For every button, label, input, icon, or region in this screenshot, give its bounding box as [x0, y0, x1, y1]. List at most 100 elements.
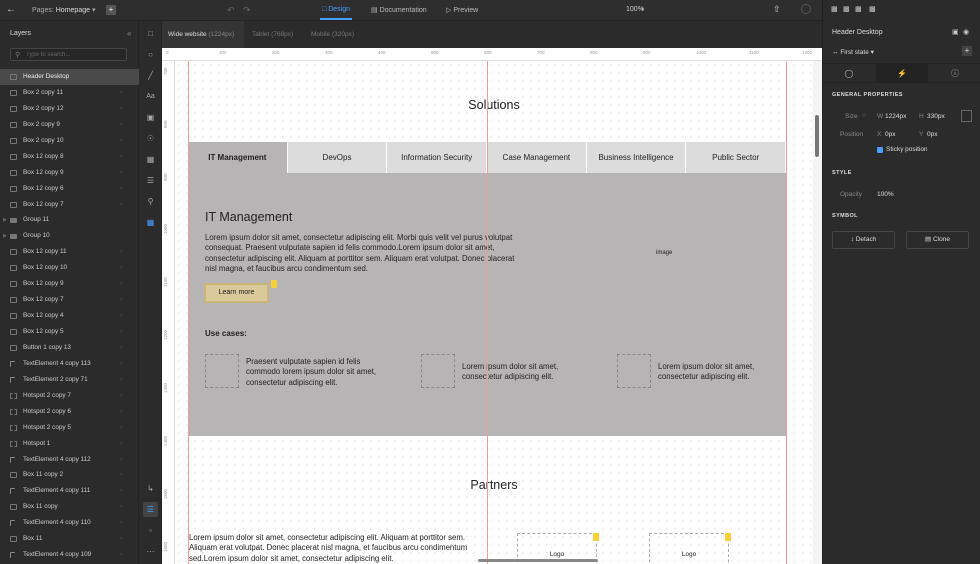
more-icon[interactable]: ⋯ [143, 544, 158, 559]
align-center-icon[interactable]: ▩ [843, 5, 850, 13]
use-case-icon-placeholder[interactable] [617, 354, 651, 388]
layer-item[interactable]: Box 12 copy 11 › [0, 244, 139, 260]
layer-item[interactable]: Box 11 copy › [0, 499, 139, 515]
layer-item[interactable]: Box 2 copy 11 › [0, 85, 139, 101]
add-page-button[interactable]: + [106, 5, 116, 15]
preview-mode-tab[interactable]: ▷ Preview [446, 6, 478, 14]
clone-button[interactable]: ▤ Clone [906, 231, 969, 249]
use-case-icon-placeholder[interactable] [421, 354, 455, 388]
layer-item[interactable]: Box 12 copy 4 › [0, 308, 139, 324]
lock-icon[interactable]: ▣ [952, 28, 959, 36]
layer-item[interactable]: TextElement 4 copy 110 › [0, 515, 139, 531]
chevron-down-icon[interactable]: ▾ [641, 6, 644, 13]
layer-search-input[interactable] [26, 50, 124, 60]
layer-item[interactable]: Box 12 copy 9 › [0, 276, 139, 292]
help-icon[interactable] [801, 4, 811, 14]
image-tool-icon[interactable]: ▣ [143, 110, 158, 125]
element-name[interactable]: Header Desktop [832, 29, 883, 36]
layer-item[interactable]: Box 11 › [0, 531, 139, 547]
style-tab-drop-icon[interactable]: ◯ [823, 64, 875, 83]
container-tool-icon[interactable]: ▦ [143, 152, 158, 167]
align-right-icon[interactable]: ▩ [855, 5, 862, 13]
layers-icon[interactable]: ☰ [143, 502, 158, 517]
use-case-text-1[interactable]: Praesent vulputate sapien id felis commo… [246, 357, 381, 388]
interaction-bolt-icon[interactable]: ⚡ [593, 533, 599, 541]
pages-selector[interactable]: Pages: Homepage ▾ [32, 6, 95, 14]
interactions-tab-bolt-icon[interactable]: ⚡ [876, 64, 928, 83]
height-value[interactable]: 330px [927, 113, 945, 120]
search-tool-icon[interactable]: ⚲ [143, 194, 158, 209]
logo-placeholder[interactable]: Logo ⚡ [649, 533, 731, 564]
layer-item[interactable]: TextElement 4 copy 109 › [0, 547, 139, 563]
layer-item[interactable]: Hotspot 1 › [0, 436, 139, 452]
layer-item[interactable]: ▶ Group 11 [0, 212, 139, 228]
partners-title[interactable]: Partners [175, 478, 813, 492]
layer-item[interactable]: TextElement 4 copy 112 › [0, 452, 139, 468]
layer-item[interactable]: Box 2 copy 9 › [0, 117, 139, 133]
comments-icon[interactable]: ▫ [143, 523, 158, 538]
learn-more-button[interactable]: Learn more [204, 283, 269, 303]
layer-item[interactable]: Box 12 copy 9 › [0, 165, 139, 181]
distribute-icon[interactable]: ▩ [869, 5, 876, 13]
layer-item[interactable]: Box 2 copy 12 › [0, 101, 139, 117]
image-placeholder[interactable]: image [656, 250, 672, 256]
back-arrow-icon[interactable]: ← [6, 4, 18, 16]
flow-icon[interactable]: ↳ [143, 481, 158, 496]
rectangle-tool-icon[interactable]: □ [143, 26, 158, 41]
layer-item[interactable]: ▶ Group 10 [0, 228, 139, 244]
layer-item[interactable]: Hotspot 2 copy 6 › [0, 404, 139, 420]
layer-item[interactable]: Button 1 copy 13 › [0, 340, 139, 356]
partners-text[interactable]: Lorem ipsum dolor sit amet, consectetur … [189, 533, 489, 564]
tab-tablet[interactable]: Tablet (768px) [246, 21, 299, 48]
layer-item[interactable]: Box 11 copy 2 › [0, 467, 139, 483]
tab-information-security[interactable]: Information Security [387, 142, 488, 173]
align-left-icon[interactable]: ▩ [831, 5, 838, 13]
use-case-text-2[interactable]: Lorem ipsum dolor sit amet, consectetur … [462, 362, 592, 383]
x-value[interactable]: 0px [885, 131, 895, 138]
design-canvas[interactable]: 0 100 200 300 400 500 600 700 800 900 1000 1100 1200… [162, 48, 822, 564]
add-state-button[interactable]: + [962, 46, 972, 56]
expand-arrow-icon[interactable]: ▶ [3, 212, 7, 228]
use-cases-label[interactable]: Use cases: [205, 329, 247, 338]
layer-item[interactable]: Box 12 copy 6 › [0, 181, 139, 197]
layer-item[interactable]: Box 12 copy 7 › [0, 197, 139, 213]
layer-item[interactable]: Box 12 copy 5 › [0, 324, 139, 340]
layer-item[interactable]: TextElement 4 copy 113 › [0, 356, 139, 372]
layer-item[interactable]: Hotspot 2 copy 7 › [0, 388, 139, 404]
width-value[interactable]: 1224px [885, 113, 906, 120]
tab-business-intelligence[interactable]: Business Intelligence [586, 142, 687, 173]
layer-item[interactable]: Box 2 copy 10 › [0, 133, 139, 149]
state-selector[interactable]: ↔ First state ▾ [832, 48, 874, 56]
y-value[interactable]: 0px [927, 131, 937, 138]
panel-text[interactable]: Lorem ipsum dolor sit amet, consectetur … [205, 233, 517, 274]
interaction-bolt-icon[interactable]: ⚡ [271, 280, 277, 288]
design-mode-tab[interactable]: □ Design [320, 6, 352, 20]
use-case-text-3[interactable]: Lorem ipsum dolor sit amet, consectetur … [658, 362, 788, 383]
horizontal-scrollbar[interactable] [478, 559, 598, 562]
use-case-icon-placeholder[interactable] [205, 354, 239, 388]
vertical-scrollbar[interactable] [815, 115, 819, 157]
artboard[interactable]: Solutions IT Management DevOps Informati… [175, 61, 813, 564]
layer-item[interactable]: TextElement 4 copy 111 › [0, 483, 139, 499]
redo-icon[interactable]: ↷ [243, 5, 251, 16]
solutions-title[interactable]: Solutions [175, 98, 813, 112]
interaction-bolt-icon[interactable]: ⚡ [725, 533, 731, 541]
eye-icon[interactable]: ◉ [963, 28, 969, 36]
tab-public-sector[interactable]: Public Sector [686, 142, 787, 173]
collapse-panel-icon[interactable]: « [127, 29, 131, 38]
tab-it-management[interactable]: IT Management [188, 142, 288, 173]
layer-item[interactable]: Box 12 copy 8 › [0, 149, 139, 165]
tab-devops[interactable]: DevOps [287, 142, 388, 173]
layer-item[interactable]: TextElement 2 copy 71 › [0, 372, 139, 388]
ellipse-tool-icon[interactable]: ○ [143, 47, 158, 62]
detach-button[interactable]: ↕ Detach [832, 231, 895, 249]
layer-item[interactable]: Box 12 copy 10 › [0, 260, 139, 276]
sticky-position-checkbox[interactable] [877, 147, 883, 153]
tab-mobile[interactable]: Mobile (320px) [305, 21, 360, 48]
layer-item[interactable]: Hotspot 2 copy 5 › [0, 420, 139, 436]
share-icon[interactable]: ⇧ [773, 4, 781, 15]
text-tool-icon[interactable]: Aa [143, 89, 158, 104]
tab-wide-website[interactable]: Wide website (1224px) [162, 21, 244, 48]
hotspot-tool-icon[interactable]: ☉ [143, 131, 158, 146]
opacity-value[interactable]: 100% [877, 191, 894, 198]
